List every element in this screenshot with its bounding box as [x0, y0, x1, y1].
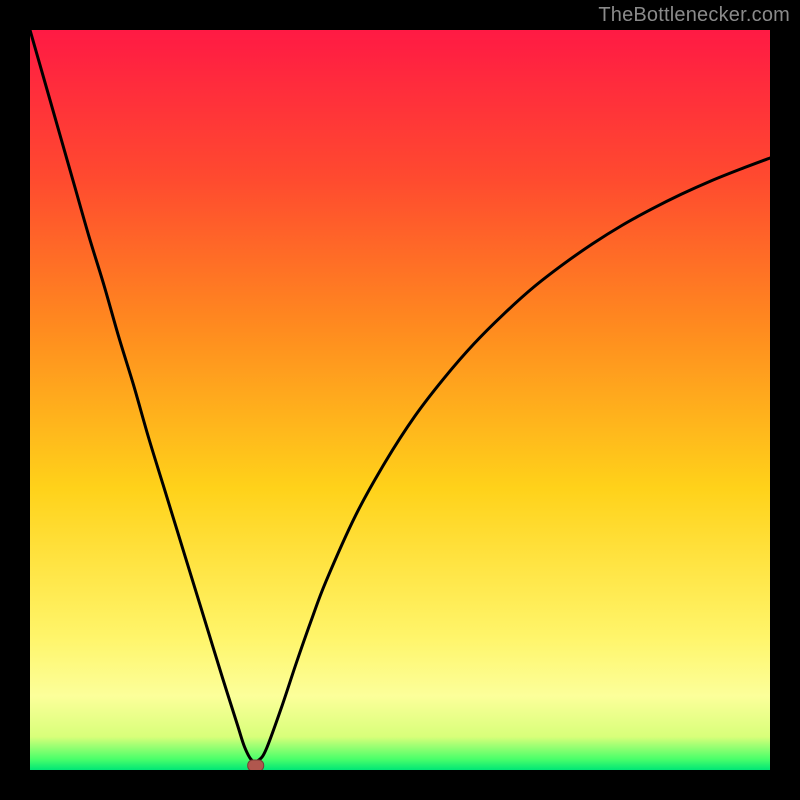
gradient-background — [30, 30, 770, 770]
plot-area — [30, 30, 770, 770]
optimal-point-marker — [248, 760, 264, 770]
bottleneck-chart — [30, 30, 770, 770]
chart-frame: TheBottlenecker.com — [0, 0, 800, 800]
attribution-label: TheBottlenecker.com — [598, 4, 790, 27]
